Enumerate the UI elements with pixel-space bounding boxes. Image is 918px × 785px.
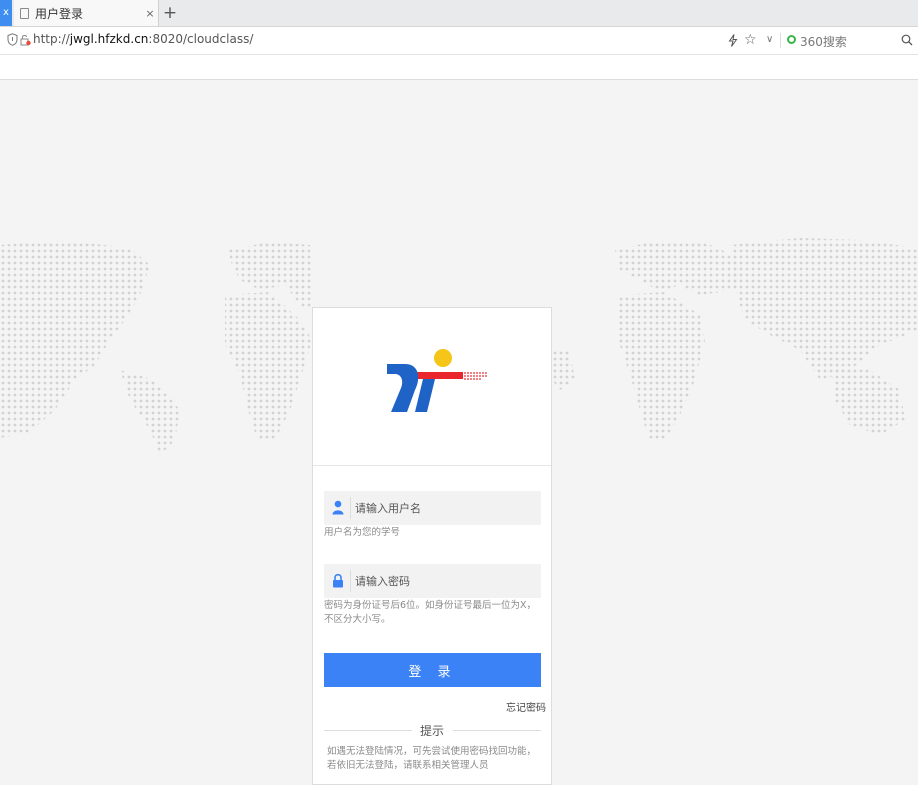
search-input[interactable]: 360搜索 (800, 33, 847, 50)
forgot-password-link[interactable]: 忘记密码 (506, 699, 546, 714)
username-hint: 用户名为您的学号 (324, 527, 401, 538)
url-scheme: http:// (33, 32, 70, 46)
chevron-down-icon[interactable]: ∨ (766, 32, 773, 48)
address-bar: http://jwgl.hfzkd.cn:8020/cloudclass/ ☆ … (0, 27, 918, 55)
browser-tab-bar: x 用户登录 × + (0, 0, 918, 27)
lock-icon (333, 573, 343, 588)
bookmark-star-icon[interactable]: ☆ (744, 32, 757, 48)
tips-text: 如遇无法登陆情况，可先尝试使用密码找回功能，若依旧无法登陆，请联系相关管理人员 (327, 746, 537, 771)
bolt-icon[interactable] (728, 34, 738, 47)
tab-login[interactable]: 用户登录 × (14, 0, 159, 26)
previous-tab-close-button[interactable]: x (0, 0, 12, 26)
tab-close-button[interactable]: × (142, 7, 158, 20)
page-background: 用户名为您的学号 密码为身份证号后6位。如身份证号最后一位为X，不区分大小写。 … (0, 80, 918, 785)
school-logo (387, 349, 487, 412)
new-tab-button[interactable]: + (162, 0, 178, 26)
tab-title: 用户登录 (35, 6, 84, 21)
password-field[interactable] (324, 564, 541, 598)
logo-area (313, 308, 551, 466)
tips-title: 提示 (420, 724, 445, 738)
login-card: 用户名为您的学号 密码为身份证号后6位。如身份证号最后一位为X，不区分大小写。 … (312, 307, 552, 785)
insecure-lock-icon[interactable] (20, 34, 31, 46)
url-host: jwgl.hfzkd.cn (69, 32, 149, 46)
360-logo-icon (787, 35, 796, 44)
field-divider (350, 497, 351, 519)
search-box[interactable]: 360搜索 (787, 32, 913, 50)
page-icon (20, 7, 29, 19)
password-input[interactable] (355, 564, 535, 598)
bookmark-bar (0, 55, 918, 80)
url-path: :8020/cloudclass/ (148, 32, 254, 46)
search-icon[interactable] (901, 34, 913, 46)
shield-icon[interactable] (7, 33, 18, 46)
username-field[interactable] (324, 491, 541, 525)
username-input[interactable] (355, 491, 535, 525)
password-hint: 密码为身份证号后6位。如身份证号最后一位为X，不区分大小写。 (324, 600, 537, 625)
divider (453, 730, 541, 731)
field-divider (350, 570, 351, 592)
login-button[interactable]: 登 录 (324, 653, 541, 687)
divider (780, 33, 781, 48)
url-field[interactable]: http://jwgl.hfzkd.cn:8020/cloudclass/ (33, 32, 253, 46)
user-icon (332, 500, 344, 515)
divider (324, 730, 412, 731)
